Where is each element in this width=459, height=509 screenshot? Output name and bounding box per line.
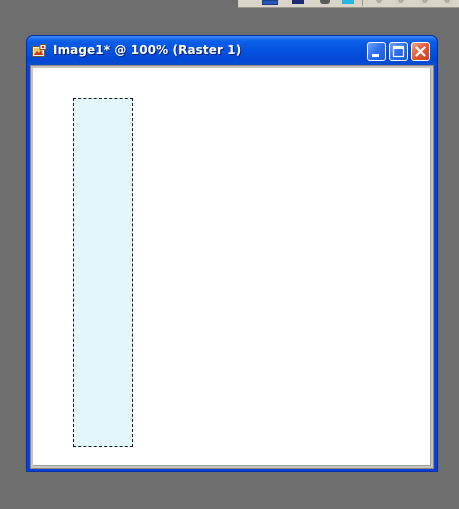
workspace-background: Image1* @ 100% (Raster 1) xyxy=(0,0,459,509)
toolbar-separator xyxy=(362,0,363,6)
toolbar-button[interactable] xyxy=(342,0,354,4)
minimize-icon xyxy=(372,54,379,57)
close-button[interactable] xyxy=(411,42,430,61)
toolbar-button[interactable] xyxy=(422,0,428,3)
maximize-button[interactable] xyxy=(389,42,408,61)
toolbar-button[interactable] xyxy=(444,0,450,3)
toolbar-button[interactable] xyxy=(320,0,330,4)
top-toolbar xyxy=(238,0,459,8)
window-titlebar[interactable]: Image1* @ 100% (Raster 1) xyxy=(27,36,437,65)
toolbar-button[interactable] xyxy=(292,0,304,4)
toolbar-button[interactable] xyxy=(376,0,382,3)
toolbar-button[interactable] xyxy=(262,0,278,5)
toolbar-button[interactable] xyxy=(398,0,404,3)
close-icon xyxy=(415,46,426,57)
canvas-frame xyxy=(30,65,434,469)
minimize-button[interactable] xyxy=(367,42,386,61)
maximize-icon xyxy=(392,45,405,58)
image-window[interactable]: Image1* @ 100% (Raster 1) xyxy=(26,35,438,472)
rectangular-selection[interactable] xyxy=(73,98,133,447)
window-title: Image1* @ 100% (Raster 1) xyxy=(53,43,242,57)
image-canvas[interactable] xyxy=(33,68,431,466)
image-document-icon[interactable] xyxy=(32,43,47,57)
